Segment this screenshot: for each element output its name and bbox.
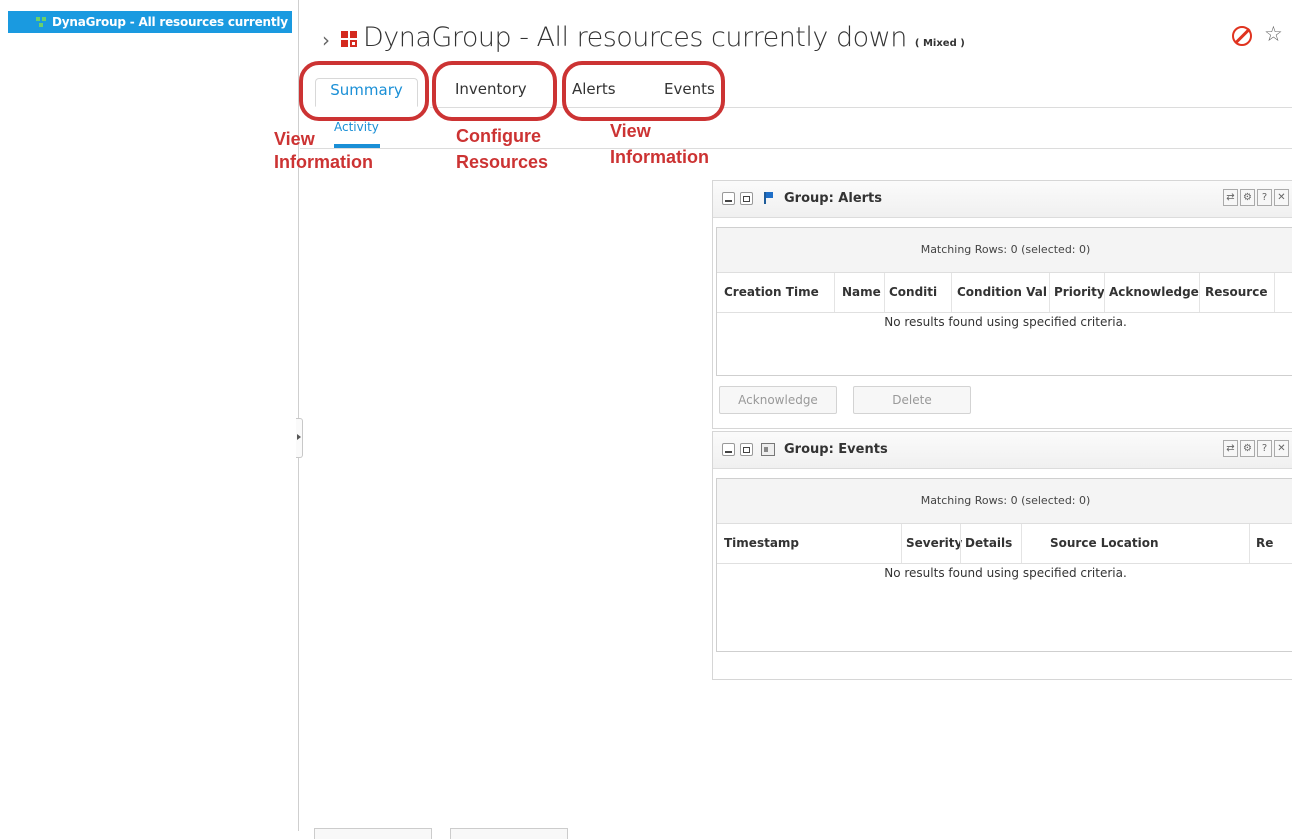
column-header[interactable]: Priority: [1054, 285, 1106, 299]
annotation-view-information: Information: [274, 152, 373, 172]
flag-icon: [764, 192, 774, 204]
settings-icon[interactable]: ⚙: [1240, 440, 1255, 457]
close-icon[interactable]: ✕: [1274, 440, 1289, 457]
events-portlet: Group: Events ⇄ ⚙ ? ✕ Matching Rows: 0 (…: [712, 431, 1292, 680]
favorite-star-icon[interactable]: ☆: [1264, 22, 1283, 46]
close-icon[interactable]: ✕: [1274, 189, 1289, 206]
portlet-header: Group: Events ⇄ ⚙ ? ✕: [713, 432, 1292, 469]
minimize-icon[interactable]: [722, 192, 735, 205]
column-header[interactable]: Condition Val: [957, 285, 1049, 299]
availability-down-icon: [1232, 26, 1252, 46]
annotation-configure-resources: Configure: [456, 126, 541, 146]
column-header[interactable]: Re: [1256, 536, 1282, 550]
column-header[interactable]: Resource: [1205, 285, 1277, 299]
column-header[interactable]: Timestamp: [724, 536, 894, 550]
events-table: Matching Rows: 0 (selected: 0) Timestamp…: [716, 478, 1292, 652]
maximize-icon[interactable]: [740, 192, 753, 205]
annotation-configure-resources: Resources: [456, 152, 549, 172]
annotation-ring-alerts-events: [562, 61, 725, 121]
page-title-text: DynaGroup - All resources currently down: [363, 22, 907, 53]
column-header[interactable]: Conditi: [889, 285, 951, 299]
collapse-handle[interactable]: [296, 418, 303, 458]
portlet-header: Group: Alerts ⇄ ⚙ ? ✕: [713, 181, 1292, 218]
empty-message: No results found using specified criteri…: [884, 566, 1127, 580]
column-header[interactable]: Severity: [906, 536, 962, 550]
empty-message: No results found using specified criteri…: [884, 315, 1127, 329]
alerts-table: Matching Rows: 0 (selected: 0) Creation …: [716, 227, 1292, 376]
minimize-icon[interactable]: [722, 443, 735, 456]
annotation-view-information: Information: [610, 147, 709, 167]
tree-item-label: DynaGroup - All resources currently d: [52, 15, 292, 29]
portlet-title: Group: Alerts: [784, 191, 882, 206]
help-icon[interactable]: ?: [1257, 189, 1272, 206]
group-icon: [341, 31, 358, 48]
alerts-portlet: Group: Alerts ⇄ ⚙ ? ✕ Matching Rows: 0 (…: [712, 180, 1292, 429]
table-header: Creation Time Name Conditi Condition Val…: [717, 273, 1292, 313]
group-tree-icon: [36, 17, 46, 27]
acknowledge-button[interactable]: Acknowledge: [719, 386, 837, 414]
column-header[interactable]: Creation Time: [724, 285, 834, 299]
annotation-ring-inventory: [432, 61, 557, 121]
maximize-icon[interactable]: [740, 443, 753, 456]
events-icon: [761, 443, 775, 456]
tabbar-border: [430, 107, 1292, 108]
bottom-button[interactable]: [314, 828, 432, 839]
help-icon[interactable]: ?: [1257, 440, 1272, 457]
refresh-icon[interactable]: ⇄: [1223, 440, 1238, 457]
portlet-title: Group: Events: [784, 442, 888, 457]
column-header[interactable]: Name: [842, 285, 882, 299]
bottom-button[interactable]: [450, 828, 568, 839]
subtab-border: [300, 148, 1292, 149]
breadcrumb-chevron-icon[interactable]: ›: [322, 28, 330, 52]
annotation-ring-summary: [299, 61, 429, 121]
tree-item-dynagroup[interactable]: DynaGroup - All resources currently d: [8, 11, 292, 33]
matching-rows: Matching Rows: 0 (selected: 0): [717, 479, 1292, 524]
annotation-view-information: View: [610, 121, 651, 141]
column-header[interactable]: Details: [965, 536, 1021, 550]
column-header[interactable]: Acknowledge: [1109, 285, 1201, 299]
panel-divider: [298, 0, 299, 831]
refresh-icon[interactable]: ⇄: [1223, 189, 1238, 206]
table-header: Timestamp Severity Details Source Locati…: [717, 524, 1292, 564]
matching-rows: Matching Rows: 0 (selected: 0): [717, 228, 1292, 273]
settings-icon[interactable]: ⚙: [1240, 189, 1255, 206]
availability-label: ( Mixed ): [914, 38, 965, 49]
delete-button[interactable]: Delete: [853, 386, 971, 414]
subtab-activity[interactable]: Activity: [334, 120, 379, 134]
column-header[interactable]: Source Location: [1050, 536, 1250, 550]
page-title: DynaGroup - All resources currently down…: [363, 22, 965, 53]
annotation-view-information: View: [274, 129, 315, 149]
